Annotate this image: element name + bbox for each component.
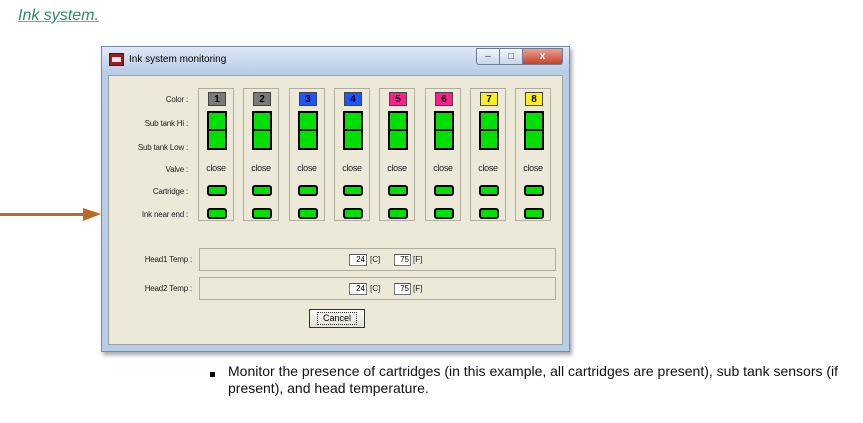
cartridge-indicator: [388, 185, 408, 196]
channel-column: 7 close: [470, 88, 506, 221]
valve-status: close: [251, 163, 271, 173]
cartridge-indicator: [343, 185, 363, 196]
sub-tank-indicator: [252, 111, 272, 150]
head1-temp-f-value: 75: [394, 254, 411, 266]
cartridge-indicator: [434, 185, 454, 196]
head1-temp-label: Head1 Temp :: [144, 255, 192, 264]
close-icon: x: [539, 51, 546, 62]
valve-status: close: [523, 163, 543, 173]
channel-color-chip: 7: [480, 92, 498, 106]
head1-temp-c-unit: [C]: [370, 255, 381, 264]
ink-near-end-indicator: [207, 208, 227, 219]
channel-color-chip: 4: [344, 92, 362, 106]
cancel-button-label: Cancel: [316, 312, 357, 325]
sub-tank-indicator: [434, 111, 454, 150]
ink-near-end-indicator: [252, 208, 272, 219]
valve-status: close: [206, 163, 226, 173]
channel-column: 6 close: [425, 88, 461, 221]
cartridge-indicator: [479, 185, 499, 196]
row-label-ink-near-end: Ink near end :: [141, 210, 188, 219]
cartridge-indicator: [252, 185, 272, 196]
cartridge-indicator: [524, 185, 544, 196]
sub-tank-indicator: [524, 111, 544, 150]
ink-near-end-indicator: [298, 208, 318, 219]
app-icon: [109, 53, 124, 66]
ink-system-window: Ink system monitoring – □ x Color : Sub …: [101, 46, 570, 352]
valve-status: close: [297, 163, 317, 173]
valve-status: close: [387, 163, 407, 173]
minimize-button[interactable]: –: [476, 48, 500, 65]
channel-column: 4 close: [334, 88, 370, 221]
channel-column: 3 close: [289, 88, 325, 221]
channel-color-chip: 3: [299, 92, 317, 106]
channel-color-chip: 8: [525, 92, 543, 106]
cartridge-indicator: [298, 185, 318, 196]
channel-column: 5 close: [379, 88, 415, 221]
valve-status: close: [478, 163, 498, 173]
ink-near-end-indicator: [479, 208, 499, 219]
head1-temp-panel: 24 [C] 75 [F]: [199, 248, 556, 271]
ink-near-end-indicator: [524, 208, 544, 219]
head2-temp-c-unit: [C]: [370, 284, 381, 293]
sub-tank-indicator: [343, 111, 363, 150]
bullet-icon: [210, 372, 215, 377]
valve-status: close: [433, 163, 453, 173]
sub-tank-indicator: [479, 111, 499, 150]
minimize-icon: –: [485, 51, 491, 62]
channel-color-chip: 5: [389, 92, 407, 106]
row-label-sub-tank-low: Sub tank Low :: [137, 143, 188, 152]
maximize-icon: □: [507, 51, 515, 62]
dialog-client: Color : Sub tank Hi : Sub tank Low : Val…: [108, 75, 563, 345]
cancel-button[interactable]: Cancel: [309, 309, 365, 328]
close-button[interactable]: x: [523, 48, 563, 65]
window-title: Ink system monitoring: [129, 54, 227, 65]
row-label-valve: Valve :: [165, 165, 189, 174]
ink-near-end-indicator: [343, 208, 363, 219]
head2-temp-panel: 24 [C] 75 [F]: [199, 277, 556, 300]
title-bar[interactable]: Ink system monitoring – □ x: [102, 47, 569, 73]
ink-near-end-indicator: [434, 208, 454, 219]
channel-column: 1 close: [198, 88, 234, 221]
doc-heading: Ink system.: [18, 7, 99, 24]
head1-temp-c-value: 24: [349, 254, 367, 266]
ink-near-end-indicator: [388, 208, 408, 219]
row-label-cartridge: Cartridge :: [152, 187, 188, 196]
head2-temp-f-value: 75: [394, 283, 411, 295]
head2-temp-c-value: 24: [349, 283, 367, 295]
arrow-head-icon: [83, 208, 101, 221]
sub-tank-indicator: [298, 111, 318, 150]
channel-color-chip: 2: [253, 92, 271, 106]
sub-tank-indicator: [207, 111, 227, 150]
arrow-shaft: [0, 213, 84, 216]
cartridge-indicator: [207, 185, 227, 196]
row-label-color: Color :: [165, 95, 188, 104]
valve-status: close: [342, 163, 362, 173]
channel-column: 8 close: [515, 88, 551, 221]
maximize-button[interactable]: □: [500, 48, 523, 65]
head2-temp-f-unit: [F]: [413, 284, 423, 293]
row-label-sub-tank-hi: Sub tank Hi :: [144, 119, 188, 128]
head2-temp-label: Head2 Temp :: [144, 284, 192, 293]
bullet-text: Monitor the presence of cartridges (in t…: [228, 363, 839, 396]
window-controls: – □ x: [476, 48, 563, 65]
channel-column: 2 close: [243, 88, 279, 221]
channel-color-chip: 1: [208, 92, 226, 106]
sub-tank-indicator: [388, 111, 408, 150]
head1-temp-f-unit: [F]: [413, 255, 423, 264]
channel-color-chip: 6: [435, 92, 453, 106]
